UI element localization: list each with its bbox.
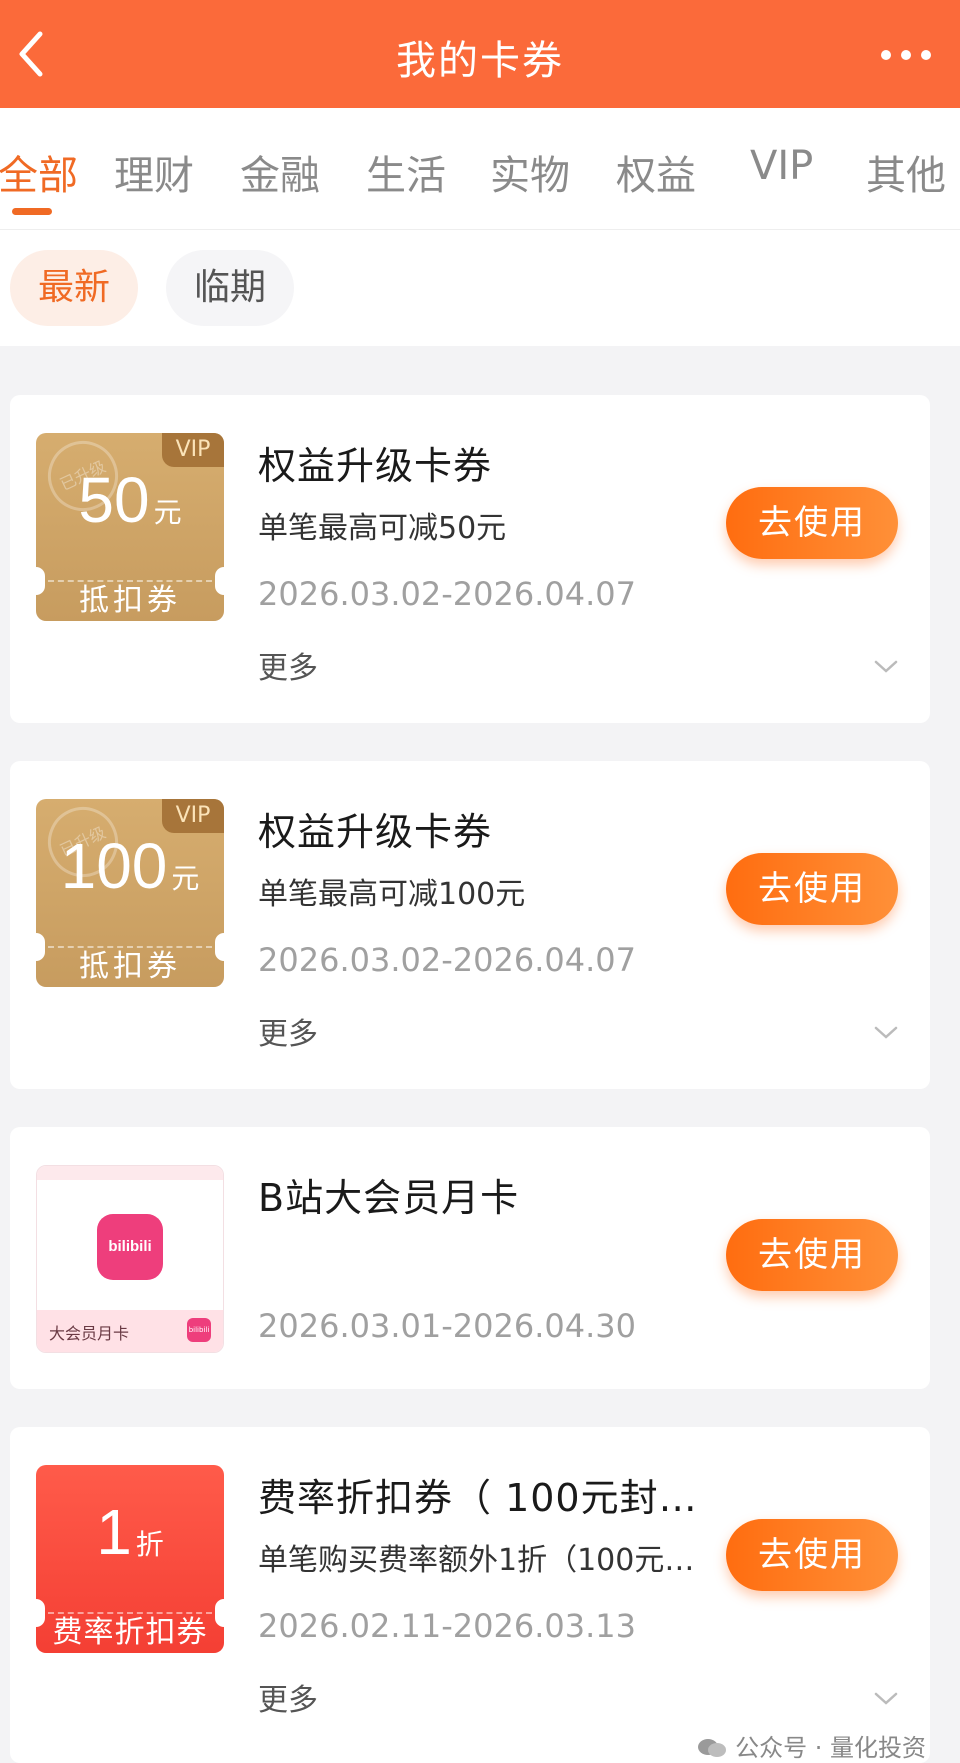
coupon-desc: 单笔购买费率额外1折（100元… bbox=[258, 1543, 695, 1578]
watermark-text: 公众号 · 量化投资 bbox=[735, 1734, 926, 1762]
coupon-ticket: 1折 费率折扣券 bbox=[36, 1465, 224, 1653]
coupon-card: 1折 费率折扣券 费率折扣券（ 100元封… 单笔购买费率额外1折（100元… … bbox=[10, 1427, 930, 1763]
coupon-amount: 1折 bbox=[96, 1496, 164, 1568]
tab-vip[interactable]: VIP bbox=[750, 143, 813, 189]
coupon-name: 费率折扣券（ 100元封… bbox=[258, 1476, 698, 1520]
more-button[interactable] bbox=[876, 40, 936, 70]
coupon-name: 权益升级卡券 bbox=[258, 810, 493, 854]
coupon-validity: 2026.03.01-2026.04.30 bbox=[258, 1307, 636, 1345]
tab-other[interactable]: 其他 bbox=[866, 143, 946, 201]
page-title: 我的卡券 bbox=[396, 38, 564, 84]
coupon-card: bilibili 大会员月卡 bilibili B站大会员月卡 2026.03.… bbox=[10, 1127, 930, 1389]
active-tab-indicator bbox=[12, 208, 52, 215]
bilibili-mini-icon: bilibili bbox=[187, 1318, 211, 1342]
tab-finance[interactable]: 金融 bbox=[240, 143, 320, 201]
coupon-desc: 单笔最高可减100元 bbox=[258, 877, 526, 912]
use-button[interactable]: 去使用 bbox=[726, 1219, 898, 1291]
ticket-top-band bbox=[37, 1166, 223, 1180]
tab-all[interactable]: 全部 bbox=[0, 143, 78, 201]
category-tabs: 全部 理财 金融 生活 实物 权益 VIP 其他 bbox=[0, 108, 960, 230]
vip-badge: VIP bbox=[162, 799, 224, 833]
vip-badge: VIP bbox=[162, 433, 224, 467]
ticket-bottom-band: 大会员月卡 bilibili bbox=[37, 1310, 223, 1352]
more-toggle[interactable]: 更多 bbox=[258, 1009, 318, 1053]
coupon-amount: 50 元 bbox=[78, 464, 182, 536]
coupon-ticket: bilibili 大会员月卡 bilibili bbox=[36, 1165, 224, 1353]
coupon-type-label: 抵扣券 bbox=[79, 583, 181, 618]
tab-wealth[interactable]: 理财 bbox=[114, 143, 194, 201]
coupon-type-label: 抵扣券 bbox=[79, 949, 181, 984]
chevron-down-icon[interactable] bbox=[872, 1689, 900, 1709]
ticket-caption: 大会员月卡 bbox=[49, 1324, 130, 1343]
bilibili-logo-icon: bilibili bbox=[97, 1214, 163, 1280]
filter-expiring[interactable]: 临期 bbox=[166, 250, 294, 326]
coupon-desc: 单笔最高可减50元 bbox=[258, 511, 507, 546]
more-dots-icon bbox=[881, 50, 931, 60]
coupon-name: 权益升级卡券 bbox=[258, 444, 493, 488]
coupon-validity: 2026.02.11-2026.03.13 bbox=[258, 1607, 636, 1645]
coupon-validity: 2026.03.02-2026.04.07 bbox=[258, 941, 636, 979]
coupon-card: 已升级 VIP 50 元 抵扣券 权益升级卡券 单笔最高可减50元 2026.03… bbox=[10, 395, 930, 723]
coupon-validity: 2026.03.02-2026.04.07 bbox=[258, 575, 636, 613]
coupon-name: B站大会员月卡 bbox=[258, 1176, 520, 1220]
coupon-amount: 100 元 bbox=[60, 830, 200, 902]
tab-benefits[interactable]: 权益 bbox=[616, 143, 696, 201]
coupon-type-label: 费率折扣券 bbox=[52, 1615, 208, 1650]
coupon-ticket: 已升级 VIP 50 元 抵扣券 bbox=[36, 433, 224, 621]
more-toggle[interactable]: 更多 bbox=[258, 643, 318, 687]
use-button[interactable]: 去使用 bbox=[726, 853, 898, 925]
wechat-icon bbox=[698, 1739, 727, 1757]
chevron-down-icon[interactable] bbox=[872, 657, 900, 677]
coupon-card: 已升级 VIP 100 元 抵扣券 权益升级卡券 单笔最高可减100元 2026.… bbox=[10, 761, 930, 1089]
tab-physical[interactable]: 实物 bbox=[490, 143, 570, 201]
filter-bar: 最新 临期 bbox=[0, 230, 960, 346]
watermark: 公众号 · 量化投资 bbox=[697, 1728, 926, 1763]
chevron-down-icon[interactable] bbox=[872, 1023, 900, 1043]
coupon-ticket: 已升级 VIP 100 元 抵扣券 bbox=[36, 799, 224, 987]
filter-latest[interactable]: 最新 bbox=[10, 250, 138, 326]
tab-life[interactable]: 生活 bbox=[366, 143, 446, 201]
top-bar: 我的卡券 bbox=[0, 0, 960, 108]
use-button[interactable]: 去使用 bbox=[726, 487, 898, 559]
use-button[interactable]: 去使用 bbox=[726, 1519, 898, 1591]
more-toggle[interactable]: 更多 bbox=[258, 1675, 318, 1719]
